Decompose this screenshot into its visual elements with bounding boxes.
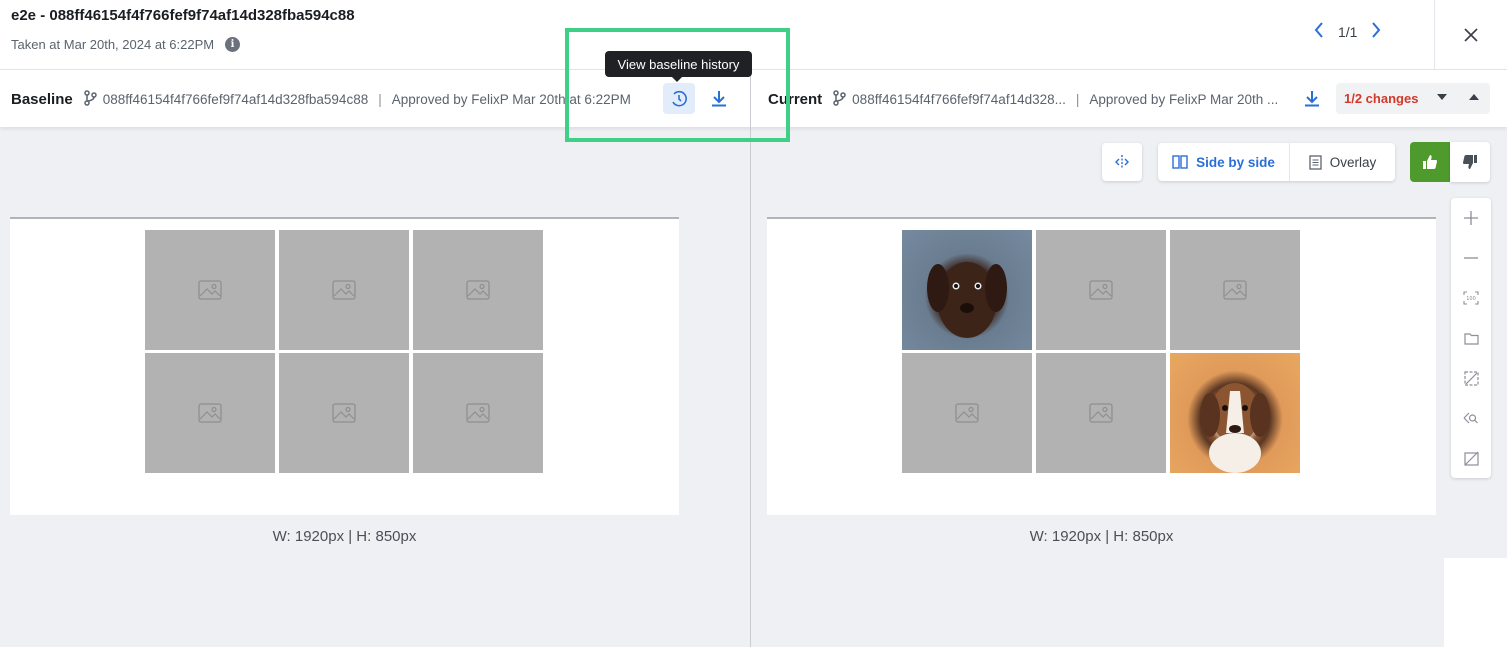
- baseline-image-panel[interactable]: [10, 217, 679, 515]
- approve-reject-group: [1410, 142, 1490, 182]
- ignore-region-icon: [1463, 370, 1479, 386]
- tooltip: View baseline history: [605, 51, 752, 82]
- current-image-grid: [902, 230, 1300, 473]
- corner-block: [1444, 558, 1507, 647]
- image-placeholder-icon: [332, 280, 356, 300]
- overlay-button[interactable]: Overlay: [1290, 143, 1395, 181]
- current-info: Current 088ff46154f4f766fef9f74af14d328.…: [768, 90, 1278, 109]
- folder-icon: [1463, 332, 1479, 345]
- current-approved: Approved by FelixP Mar 20th ...: [1089, 92, 1279, 107]
- overlay-label: Overlay: [1329, 154, 1377, 170]
- pager: 1/1: [1314, 22, 1381, 42]
- image-placeholder-icon: [1223, 280, 1247, 300]
- chevron-right-icon[interactable]: [1371, 22, 1381, 42]
- actual-size-icon: 100: [1463, 291, 1479, 305]
- taken-at-text: Taken at Mar 20th, 2024 at 6:22PM: [11, 37, 215, 52]
- hide-diff-icon: [1463, 451, 1479, 466]
- image-placeholder-icon: [198, 280, 222, 300]
- close-button[interactable]: [1434, 0, 1507, 70]
- hide-diff-button[interactable]: [1451, 440, 1491, 476]
- view-baseline-history-button[interactable]: [663, 83, 695, 114]
- page-title: e2e - 088ff46154f4f766fef9f74af14d328fba…: [11, 7, 355, 24]
- side-by-side-label: Side by side: [1196, 154, 1275, 170]
- current-hash: 088ff46154f4f766fef9f74af14d328...: [852, 92, 1066, 107]
- history-icon: [672, 90, 687, 106]
- overlay-icon: [1309, 154, 1322, 170]
- separator: |: [378, 92, 382, 107]
- reject-button[interactable]: [1450, 142, 1490, 182]
- page-subtitle: Taken at Mar 20th, 2024 at 6:22PM i: [11, 37, 241, 52]
- search-region-button[interactable]: [1451, 400, 1491, 436]
- view-mode-toggle: Side by side Overlay: [1158, 143, 1395, 181]
- current-image-panel[interactable]: [767, 217, 1436, 515]
- image-placeholder-icon: [466, 403, 490, 423]
- zoom-in-icon: [1464, 211, 1478, 225]
- image-placeholder: [145, 230, 275, 350]
- branch-icon: [832, 90, 846, 109]
- image-placeholder-icon: [198, 403, 222, 423]
- close-icon: [1464, 28, 1478, 42]
- image-placeholder-icon: [1089, 403, 1113, 423]
- thumbs-down-icon: [1463, 155, 1477, 169]
- image-placeholder: [902, 353, 1032, 473]
- image-placeholder-icon: [332, 403, 356, 423]
- dog-photo-labrador: [902, 230, 1032, 350]
- svg-text:100: 100: [1466, 296, 1476, 302]
- compare-header-bar: Baseline 088ff46154f4f766fef9f74af14d328…: [0, 70, 1507, 127]
- side-by-side-button[interactable]: Side by side: [1158, 143, 1290, 181]
- baseline-image-grid: [145, 230, 543, 473]
- current-download-button[interactable]: [1296, 83, 1328, 114]
- side-by-side-icon: [1172, 155, 1188, 169]
- image-placeholder: [413, 230, 543, 350]
- image-placeholder: [145, 353, 275, 473]
- baseline-dimensions: W: 1920px | H: 850px: [272, 528, 417, 545]
- chevron-left-icon[interactable]: [1314, 22, 1324, 42]
- separator: |: [1075, 92, 1080, 107]
- current-label: Current: [768, 91, 823, 108]
- image-placeholder: [1170, 230, 1300, 350]
- download-icon: [1305, 91, 1319, 107]
- chevron-up-icon[interactable]: [1469, 94, 1479, 100]
- image-placeholder: [413, 353, 543, 473]
- zoom-out-icon: [1464, 257, 1478, 259]
- download-icon: [712, 91, 726, 107]
- baseline-hash: 088ff46154f4f766fef9f74af14d328fba594c88: [102, 92, 369, 107]
- info-icon[interactable]: i: [225, 37, 241, 52]
- baseline-info: Baseline 088ff46154f4f766fef9f74af14d328…: [11, 90, 631, 109]
- zoom-toolbar: 100: [1451, 198, 1491, 478]
- split-view-button[interactable]: [1102, 143, 1142, 181]
- actual-size-button[interactable]: 100: [1451, 280, 1491, 316]
- zoom-in-button[interactable]: [1451, 200, 1491, 236]
- ignore-region-button[interactable]: [1451, 360, 1491, 396]
- image-placeholder-icon: [1089, 280, 1113, 300]
- top-bar: e2e - 088ff46154f4f766fef9f74af14d328fba…: [0, 0, 1507, 70]
- changes-count: 1/2 changes: [1344, 91, 1419, 106]
- folder-button[interactable]: [1451, 320, 1491, 356]
- chevron-down-icon[interactable]: [1437, 94, 1447, 100]
- zoom-out-button[interactable]: [1451, 240, 1491, 276]
- image-placeholder: [279, 230, 409, 350]
- image-placeholder: [279, 353, 409, 473]
- dog-photo-beagle: [1170, 353, 1300, 473]
- image-placeholder-icon: [955, 403, 979, 423]
- pager-count: 1/1: [1338, 24, 1358, 40]
- image-placeholder: [1036, 353, 1166, 473]
- changes-navigator[interactable]: 1/2 changes: [1336, 83, 1490, 114]
- baseline-download-button[interactable]: [703, 83, 735, 114]
- baseline-label: Baseline: [11, 91, 73, 108]
- search-region-icon: [1463, 412, 1478, 423]
- split-divider[interactable]: [750, 70, 751, 647]
- baseline-approved: Approved by FelixP Mar 20th at 6:22PM: [391, 92, 631, 107]
- current-dimensions: W: 1920px | H: 850px: [1029, 528, 1174, 545]
- thumbs-up-icon: [1423, 155, 1437, 169]
- image-placeholder: [1036, 230, 1166, 350]
- image-placeholder-icon: [466, 280, 490, 300]
- split-icon: [1115, 155, 1129, 169]
- branch-icon: [83, 90, 97, 109]
- approve-button[interactable]: [1410, 142, 1450, 182]
